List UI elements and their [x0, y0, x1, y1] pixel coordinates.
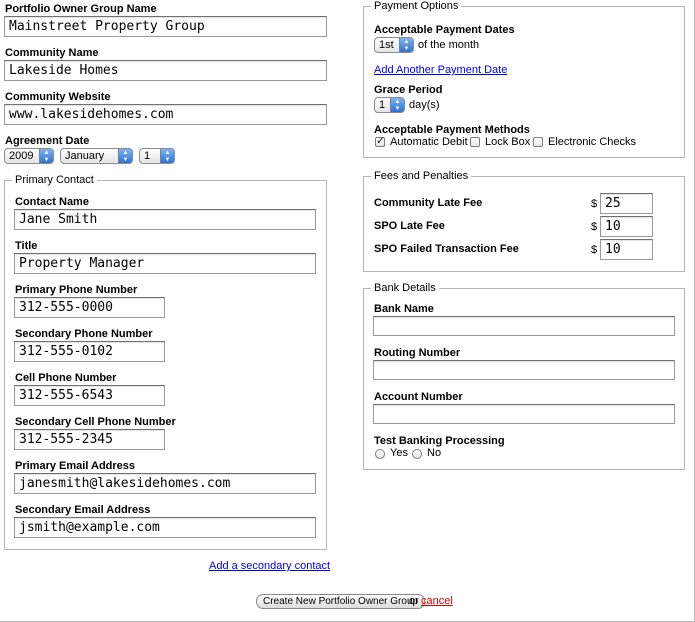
or-text: or: [409, 595, 419, 607]
agreement-month-value: January: [65, 150, 105, 162]
test-banking-no-radio[interactable]: [412, 449, 422, 459]
account-number-input[interactable]: [373, 404, 675, 424]
agreement-day-value: 1: [144, 150, 151, 162]
portfolio-owner-label: Portfolio Owner Group Name: [5, 3, 157, 15]
grace-period-label: Grace Period: [374, 84, 443, 96]
up-down-arrows-icon: ▲ ▼: [390, 98, 404, 112]
primary-phone-label: Primary Phone Number: [15, 284, 138, 296]
secondary-email-input[interactable]: jsmith@example.com: [14, 517, 316, 538]
automatic-debit-label: Automatic Debit: [390, 136, 468, 148]
currency-symbol: $: [591, 198, 598, 210]
cell-phone-label: Cell Phone Number: [15, 372, 117, 384]
routing-number-label: Routing Number: [374, 347, 461, 359]
primary-phone-input[interactable]: 312-555-0000: [14, 297, 165, 318]
primary-email-input[interactable]: janesmith@lakesidehomes.com: [14, 473, 316, 494]
secondary-cell-input[interactable]: 312-555-2345: [14, 429, 165, 450]
secondary-cell-label: Secondary Cell Phone Number: [15, 416, 176, 428]
add-payment-date-link[interactable]: Add Another Payment Date: [374, 64, 507, 76]
bank-details-legend: Bank Details: [374, 282, 436, 294]
portfolio-owner-input[interactable]: Mainstreet Property Group: [4, 16, 327, 37]
title-input[interactable]: Property Manager: [14, 253, 316, 274]
spo-failed-fee-input[interactable]: 10: [600, 239, 653, 260]
payment-methods-label: Acceptable Payment Methods: [374, 124, 530, 136]
agreement-month-select[interactable]: January ▲ ▼: [60, 148, 133, 164]
payment-date-value: 1st: [379, 39, 394, 51]
lock-box-label: Lock Box: [485, 136, 531, 148]
currency-symbol: $: [591, 221, 598, 233]
agreement-year-select[interactable]: 2009 ▲ ▼: [4, 148, 54, 164]
community-website-input[interactable]: www.lakesidehomes.com: [4, 104, 327, 125]
test-banking-yes-radio[interactable]: [375, 449, 385, 459]
checkmark-icon: ✓: [376, 135, 386, 147]
contact-name-label: Contact Name: [15, 196, 89, 208]
community-name-label: Community Name: [5, 47, 99, 59]
payment-dates-label: Acceptable Payment Dates: [374, 24, 515, 36]
grace-period-select[interactable]: 1 ▲ ▼: [374, 97, 405, 113]
secondary-phone-input[interactable]: 312-555-0102: [14, 341, 165, 362]
grace-period-value: 1: [379, 99, 386, 111]
up-down-arrows-icon: ▲ ▼: [160, 149, 174, 163]
payment-date-select[interactable]: 1st ▲ ▼: [374, 37, 414, 53]
primary-email-label: Primary Email Address: [15, 460, 136, 472]
up-down-arrows-icon: ▲ ▼: [118, 149, 132, 163]
spo-late-fee-input[interactable]: 10: [600, 216, 653, 237]
currency-symbol: $: [591, 244, 598, 256]
bank-name-label: Bank Name: [374, 303, 434, 315]
community-late-fee-label: Community Late Fee: [374, 197, 483, 209]
title-label: Title: [15, 240, 38, 252]
of-the-month-text: of the month: [418, 39, 480, 51]
add-secondary-contact-link[interactable]: Add a secondary contact: [209, 560, 330, 572]
spo-failed-fee-label: SPO Failed Transaction Fee: [374, 243, 519, 255]
payment-options-legend: Payment Options: [374, 0, 459, 12]
account-number-label: Account Number: [374, 391, 463, 403]
spo-late-fee-label: SPO Late Fee: [374, 220, 445, 232]
secondary-email-label: Secondary Email Address: [15, 504, 151, 516]
agreement-year-value: 2009: [9, 150, 34, 162]
test-banking-label: Test Banking Processing: [374, 435, 505, 447]
bank-name-input[interactable]: [373, 316, 675, 336]
up-down-arrows-icon: ▲ ▼: [39, 149, 53, 163]
primary-contact-legend: Primary Contact: [15, 174, 94, 186]
create-group-button[interactable]: Create New Portfolio Owner Group: [256, 594, 426, 609]
grace-unit-text: day(s): [409, 99, 440, 111]
automatic-debit-checkbox[interactable]: ✓: [375, 135, 386, 147]
cell-phone-input[interactable]: 312-555-6543: [14, 385, 165, 406]
secondary-phone-label: Secondary Phone Number: [15, 328, 153, 340]
community-website-label: Community Website: [5, 91, 111, 103]
electronic-checks-checkbox[interactable]: [533, 137, 543, 147]
up-down-arrows-icon: ▲ ▼: [399, 38, 413, 52]
community-late-fee-input[interactable]: 25: [600, 193, 653, 214]
lock-box-checkbox[interactable]: [470, 137, 480, 147]
contact-name-input[interactable]: Jane Smith: [14, 209, 316, 230]
test-banking-yes-label: Yes: [390, 447, 408, 459]
test-banking-no-label: No: [427, 447, 442, 459]
community-name-input[interactable]: Lakeside Homes: [4, 60, 327, 81]
fees-legend: Fees and Penalties: [374, 170, 469, 182]
electronic-checks-label: Electronic Checks: [548, 136, 637, 148]
agreement-day-select[interactable]: 1 ▲ ▼: [139, 148, 175, 164]
routing-number-input[interactable]: [373, 360, 675, 380]
agreement-date-label: Agreement Date: [5, 135, 90, 147]
cancel-link[interactable]: cancel: [421, 595, 453, 607]
